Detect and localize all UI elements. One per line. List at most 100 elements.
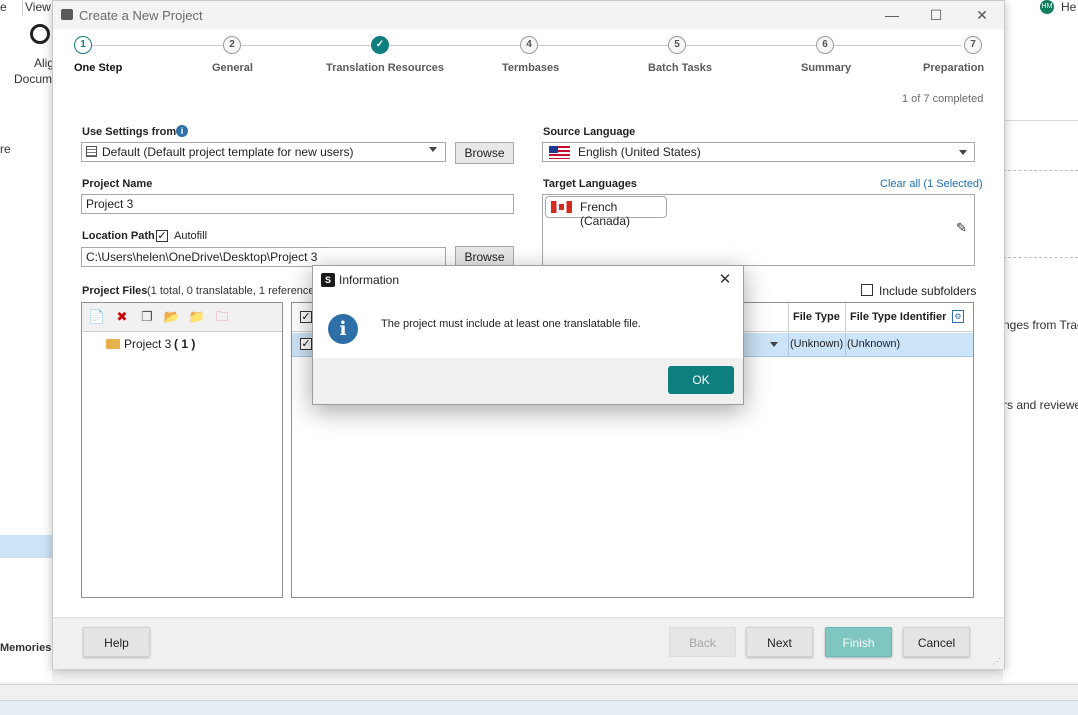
- column-file-type-identifier[interactable]: File Type Identifier: [850, 311, 946, 323]
- column-divider: [845, 303, 846, 331]
- information-dialog: S Information ✕ i The project must inclu…: [312, 265, 744, 405]
- ribbon-label-align: Alig: [34, 56, 55, 70]
- user-avatar[interactable]: HM: [1040, 0, 1054, 14]
- menu-view[interactable]: View: [22, 0, 54, 16]
- maximize-button[interactable]: ☐: [921, 5, 951, 25]
- tree-item-project[interactable]: Project 3: [124, 337, 171, 351]
- step-5-label[interactable]: Batch Tasks: [648, 62, 712, 74]
- dialog-title: Information: [339, 273, 400, 287]
- background-left-panel: re Memories: [0, 102, 52, 682]
- add-folder-icon[interactable]: 📁: [188, 308, 206, 326]
- column-file-type[interactable]: File Type: [793, 311, 840, 323]
- cancel-button[interactable]: Cancel: [903, 627, 970, 657]
- window-title: Create a New Project: [79, 8, 203, 23]
- step-1-circle[interactable]: 1: [74, 36, 92, 54]
- finish-button[interactable]: Finish: [825, 627, 892, 657]
- dialog-message: The project must include at least one tr…: [381, 318, 641, 330]
- progress-text: 1 of 7 completed: [902, 93, 984, 105]
- close-window-button[interactable]: ✕: [967, 5, 997, 25]
- background-statusbar: [0, 684, 1078, 701]
- background-right-panel: nges from Trac rs and reviewe: [1003, 102, 1078, 682]
- tree-item-count: ( 1 ): [174, 337, 196, 351]
- target-language-chip[interactable]: French (Canada): [545, 196, 667, 228]
- files-toolbar: 📄 ✖ ❐ 📂 📁 🗀: [82, 303, 282, 332]
- row-checkbox[interactable]: ✓: [300, 338, 312, 350]
- project-files-label: Project Files: [82, 285, 148, 297]
- menu-e[interactable]: e: [0, 0, 7, 16]
- row-file-type-identifier: (Unknown): [847, 338, 901, 350]
- location-path-label: Location Path: [82, 230, 155, 242]
- align-documents-icon: [30, 24, 50, 44]
- column-divider: [845, 333, 846, 356]
- row-file-type: (Unknown): [790, 338, 844, 350]
- edit-pencil-icon[interactable]: ✎: [956, 221, 970, 235]
- left-divider: [0, 557, 52, 558]
- window-titlebar: Create a New Project — ☐ ✕: [53, 1, 1004, 29]
- chevron-down-icon[interactable]: [959, 150, 967, 155]
- help-button[interactable]: Help: [83, 627, 150, 657]
- step-6-circle[interactable]: 6: [816, 36, 834, 54]
- dialog-titlebar: S Information ✕: [313, 266, 743, 294]
- left-text-re: re: [0, 142, 11, 156]
- step-2-circle[interactable]: 2: [223, 36, 241, 54]
- canada-flag-icon: [551, 201, 572, 213]
- left-selected-item[interactable]: [0, 535, 52, 557]
- user-name-partial[interactable]: He: [1061, 0, 1076, 14]
- left-memories-label[interactable]: Memories: [0, 642, 51, 654]
- dialog-close-icon[interactable]: ✕: [713, 270, 737, 290]
- minimize-button[interactable]: —: [877, 5, 907, 25]
- step-2-label[interactable]: General: [212, 62, 253, 74]
- source-language-label: Source Language: [543, 126, 636, 138]
- autofill-checkbox[interactable]: ✓: [156, 230, 168, 242]
- step-5-circle[interactable]: 5: [668, 36, 686, 54]
- open-folder-icon[interactable]: 📂: [163, 308, 181, 326]
- chevron-down-icon[interactable]: [429, 147, 437, 152]
- include-subfolders-checkbox[interactable]: [861, 284, 873, 296]
- step-4-circle[interactable]: 4: [520, 36, 538, 54]
- step-4-label[interactable]: Termbases: [502, 62, 559, 74]
- column-divider: [788, 303, 789, 331]
- template-icon: [86, 146, 97, 157]
- right-text-changes: nges from Trac: [1003, 318, 1078, 332]
- select-all-checkbox[interactable]: ✓: [300, 311, 312, 323]
- copy-files-icon[interactable]: ❐: [138, 308, 156, 326]
- settings-template-value: Default (Default project template for ne…: [102, 145, 354, 159]
- step-7-circle[interactable]: 7: [964, 36, 982, 54]
- resize-grip-icon[interactable]: ⋰: [993, 657, 1003, 667]
- settings-template-dropdown[interactable]: Default (Default project template for ne…: [81, 142, 446, 162]
- target-languages-label: Target Languages: [543, 178, 637, 190]
- ok-button[interactable]: OK: [668, 366, 734, 394]
- project-app-icon: [61, 9, 73, 20]
- remove-folder-icon[interactable]: 🗀: [213, 308, 231, 326]
- ribbon-label-documents: Docum: [14, 72, 53, 86]
- step-6-label[interactable]: Summary: [801, 62, 851, 74]
- settings-browse-button[interactable]: Browse: [455, 142, 514, 164]
- column-settings-icon[interactable]: ⚙: [952, 310, 964, 323]
- back-button[interactable]: Back: [669, 627, 736, 657]
- project-name-input[interactable]: Project 3: [81, 194, 514, 214]
- source-language-dropdown[interactable]: English (United States): [542, 142, 975, 162]
- chevron-down-icon[interactable]: [770, 342, 778, 347]
- step-3-check-icon[interactable]: ✓: [371, 36, 389, 54]
- project-files-tree-panel: 📄 ✖ ❐ 📂 📁 🗀 Project 3 ( 1 ): [81, 302, 283, 598]
- info-icon[interactable]: i: [176, 125, 188, 137]
- step-1-label[interactable]: One Step: [74, 62, 122, 74]
- next-button[interactable]: Next: [746, 627, 813, 657]
- us-flag-icon: [549, 146, 570, 159]
- step-3-label[interactable]: Translation Resources: [326, 62, 444, 74]
- add-files-icon[interactable]: 📄: [88, 308, 106, 326]
- studio-app-icon: S: [321, 273, 335, 287]
- column-divider: [788, 333, 789, 356]
- right-divider-3: [1003, 257, 1078, 259]
- autofill-label: Autofill: [174, 230, 208, 242]
- step-7-label[interactable]: Preparation: [923, 62, 984, 74]
- right-text-reviewers: rs and reviewe: [1003, 398, 1078, 412]
- right-divider-1: [1003, 120, 1078, 121]
- use-settings-label: Use Settings from: [82, 126, 177, 138]
- project-files-summary: (1 total, 0 translatable, 1 reference): [147, 285, 319, 297]
- windows-taskbar: [0, 700, 1078, 715]
- source-language-value: English (United States): [578, 145, 701, 159]
- clear-all-link[interactable]: Clear all (1 Selected): [880, 178, 983, 190]
- location-path-input[interactable]: C:\Users\helen\OneDrive\Desktop\Project …: [81, 247, 446, 267]
- remove-files-icon[interactable]: ✖: [113, 308, 131, 326]
